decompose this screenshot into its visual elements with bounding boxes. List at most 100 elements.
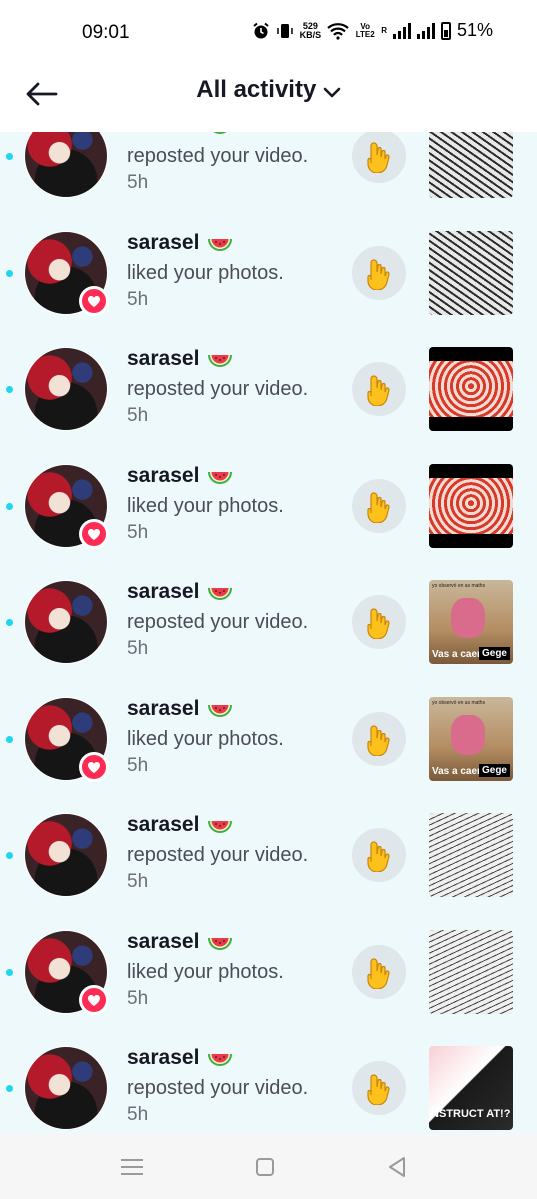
chevron-down-icon [323,87,341,98]
username[interactable]: sarasel [127,464,233,488]
avatar[interactable] [24,813,108,897]
wave-button[interactable] [352,362,406,416]
waving-hand-icon [367,608,390,639]
waving-hand-icon [367,841,390,872]
unread-dot [6,736,13,743]
notification-row[interactable]: sarasel reposted your video. 5h [0,331,537,447]
wave-button[interactable] [352,132,406,183]
waving-hand-icon [367,375,390,406]
notification-row[interactable]: sarasel reposted your video. 5h [0,797,537,913]
waving-hand-icon [367,725,390,756]
post-thumbnail[interactable] [429,347,513,431]
post-thumbnail[interactable]: NSTRUCT AT!? [429,1046,513,1130]
post-thumbnail[interactable] [429,231,513,315]
post-thumbnail[interactable] [429,132,513,198]
post-thumbnail[interactable]: yo observó en as maths Vas a caer Gege [429,580,513,664]
vibrate-icon [276,23,293,38]
watermelon-icon [207,934,233,951]
avatar[interactable] [24,1046,108,1130]
post-thumbnail[interactable]: yo observó en as maths Vas a caer Gege [429,697,513,781]
watermelon-icon [207,468,233,485]
activity-text: reposted your video. [127,1077,309,1099]
username[interactable]: sarasel [127,930,233,954]
post-thumbnail[interactable] [429,813,513,897]
battery-icon [440,21,451,40]
activity-list[interactable]: sarasel reposted your video. 5h sarasel like… [0,132,537,1134]
notification-row[interactable]: sarasel liked your photos. 5h yo observó en… [0,681,537,797]
avatar[interactable] [24,132,108,198]
notification-row[interactable]: sarasel liked your photos. 5h [0,914,537,1030]
watermelon-icon [207,132,233,135]
waving-hand-icon [367,1074,390,1105]
thumbnail-top-text: yo observó en as maths [432,583,486,589]
thumbnail-caption: NSTRUCT AT!? [431,1108,511,1120]
heart-icon [88,528,100,540]
thumbnail-top-text: yo observó en as maths [432,700,486,706]
timestamp: 5h [127,1104,149,1125]
thumbnail-caption: Vas a caer [432,766,481,777]
activity-text: reposted your video. [127,145,309,167]
username[interactable]: sarasel [127,347,233,371]
unread-dot [6,153,13,160]
activity-filter[interactable]: All activity [0,76,537,104]
unread-dot [6,1085,13,1092]
battery-percent: 51% [456,20,493,40]
username[interactable]: sarasel [127,132,233,138]
activity-text: reposted your video. [127,611,309,633]
timestamp: 5h [127,522,149,543]
username[interactable]: sarasel [127,813,233,837]
avatar[interactable] [24,347,108,431]
activity-text: reposted your video. [127,844,309,866]
heart-badge [79,985,109,1015]
square-icon[interactable] [250,1152,280,1182]
unread-dot [6,969,13,976]
username[interactable]: sarasel [127,1046,233,1070]
menu-lines-icon[interactable] [117,1152,147,1182]
net-speed: 529 KB/S [299,20,322,40]
watermelon-icon [207,351,233,368]
activity-text: liked your photos. [127,961,284,983]
watermelon-icon [207,701,233,718]
wave-button[interactable] [352,246,406,300]
heart-badge [79,752,109,782]
notification-row[interactable]: sarasel reposted your video. 5h yo observó … [0,564,537,680]
timestamp: 5h [127,638,149,659]
thumbnail-art [429,478,513,534]
signal-icon [392,22,411,39]
wave-button[interactable] [352,479,406,533]
notification-row[interactable]: sarasel liked your photos. 5h [0,448,537,564]
watermelon-icon [207,235,233,252]
wave-button[interactable] [352,1061,406,1115]
wave-button[interactable] [352,945,406,999]
post-thumbnail[interactable] [429,930,513,1014]
triangle-back-icon[interactable] [382,1152,412,1182]
post-thumbnail[interactable] [429,464,513,548]
notification-row[interactable]: sarasel liked your photos. 5h [0,215,537,331]
waving-hand-icon [367,958,390,989]
watermelon-icon [207,817,233,834]
username[interactable]: sarasel [127,580,233,604]
activity-text: liked your photos. [127,495,284,517]
status-icons: 529 KB/S Vo LTE2 R 51% [252,20,493,41]
thumbnail-art [451,598,485,638]
notification-row[interactable]: sarasel reposted your video. 5h [0,132,537,214]
wave-button[interactable] [352,595,406,649]
unread-dot [6,270,13,277]
notification-row[interactable]: sarasel reposted your video. 5h NSTRUCT AT!… [0,1030,537,1134]
status-time: 09:01 [82,22,130,43]
wifi-icon [327,22,349,40]
username[interactable]: sarasel [127,231,233,255]
username[interactable]: sarasel [127,697,233,721]
waving-hand-icon [367,259,390,290]
thumbnail-tag: Gege [478,647,510,660]
heart-icon [88,994,100,1006]
unread-dot [6,852,13,859]
heart-icon [88,761,100,773]
activity-text: reposted your video. [127,378,309,400]
alarm-icon [253,22,269,38]
wave-button[interactable] [352,828,406,882]
wave-button[interactable] [352,712,406,766]
watermelon-icon [207,1050,233,1067]
thumbnail-art [429,361,513,417]
avatar[interactable] [24,580,108,664]
